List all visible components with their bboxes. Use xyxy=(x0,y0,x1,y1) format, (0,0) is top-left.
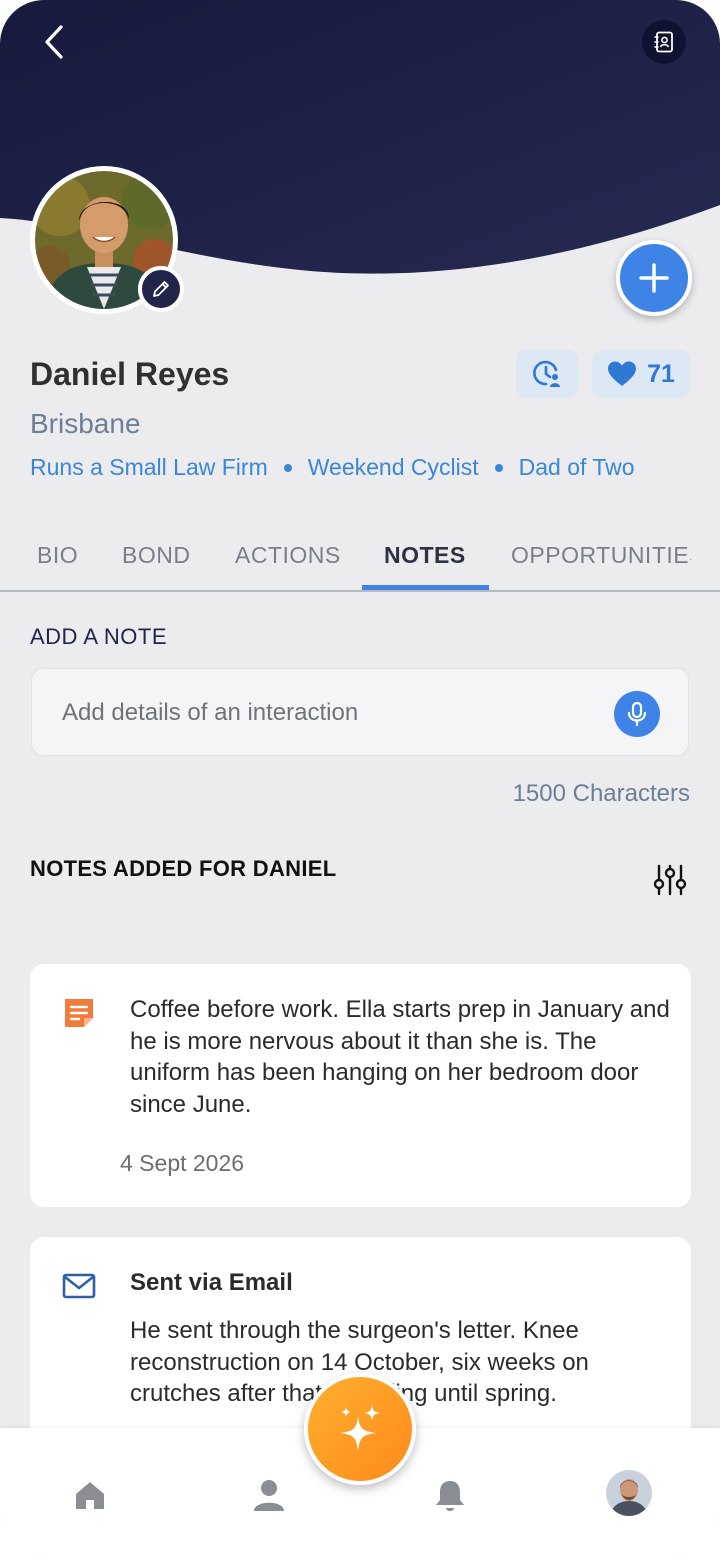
tab-bond[interactable]: BOND xyxy=(122,520,190,590)
history-button[interactable] xyxy=(516,350,578,398)
character-limit: 1500 Characters xyxy=(512,780,690,807)
person-icon xyxy=(254,1480,284,1511)
pencil-icon xyxy=(153,281,169,297)
note-date: 4 Sept 2026 xyxy=(120,1150,245,1176)
clock-person-icon xyxy=(533,360,560,387)
sliders-icon xyxy=(653,864,687,896)
add-button[interactable] xyxy=(616,240,692,316)
add-note-label: ADD A NOTE xyxy=(30,624,168,649)
ai-assistant-button[interactable] xyxy=(304,1373,416,1485)
profile-tags: Runs a Small Law Firm Weekend Cyclist Da… xyxy=(30,454,635,481)
user-avatar xyxy=(606,1470,652,1516)
profile-name: Daniel Reyes xyxy=(30,356,230,392)
nav-profile[interactable] xyxy=(246,1472,292,1518)
tab-notes[interactable]: NOTES xyxy=(384,520,466,590)
tab-actions[interactable]: ACTIONS xyxy=(235,520,341,590)
like-count: 71 xyxy=(647,359,675,388)
contact-book-icon xyxy=(654,31,673,53)
sparkles-icon xyxy=(340,1405,380,1451)
active-tab-indicator xyxy=(362,585,489,590)
edit-avatar-button[interactable] xyxy=(138,266,184,312)
note-text: Coffee before work. Ella starts prep in … xyxy=(130,996,670,1118)
note-card[interactable]: Coffee before work. Ella starts prep in … xyxy=(30,964,691,1207)
bell-icon xyxy=(436,1481,464,1511)
nav-notifications[interactable] xyxy=(427,1472,473,1518)
notes-section-title: NOTES ADDED FOR DANIEL xyxy=(30,856,337,881)
chevron-left-icon xyxy=(45,25,63,59)
microphone-icon xyxy=(627,701,647,727)
tag-item[interactable]: Dad of Two xyxy=(519,454,635,481)
note-input-box xyxy=(31,668,689,757)
contact-book-button[interactable] xyxy=(642,20,686,64)
back-button[interactable] xyxy=(34,20,74,64)
like-button[interactable]: 71 xyxy=(592,350,690,398)
tab-bar: BIO BOND ACTIONS NOTES OPPORTUNITIES xyxy=(0,520,720,592)
note-title: Sent via Email xyxy=(130,1269,293,1296)
tag-item[interactable]: Weekend Cyclist xyxy=(308,454,479,481)
home-icon xyxy=(76,1482,104,1509)
profile-location: Brisbane xyxy=(30,408,141,439)
note-icon xyxy=(65,999,93,1027)
profile-screen: Daniel Reyes Brisbane Runs a Small Law F… xyxy=(0,0,720,1558)
envelope-icon xyxy=(62,1273,96,1299)
microphone-button[interactable] xyxy=(614,691,660,737)
tab-bio[interactable]: BIO xyxy=(37,520,78,590)
nav-user-avatar[interactable] xyxy=(606,1470,652,1516)
nav-home[interactable] xyxy=(67,1472,113,1518)
filter-button[interactable] xyxy=(648,858,692,902)
tag-separator xyxy=(494,463,503,472)
tag-separator xyxy=(283,463,292,472)
tag-item[interactable]: Runs a Small Law Firm xyxy=(30,454,268,481)
plus-icon xyxy=(639,263,669,293)
note-input[interactable] xyxy=(62,669,622,757)
heart-icon xyxy=(608,361,637,386)
tab-opportunities[interactable]: OPPORTUNITIES xyxy=(511,520,691,590)
